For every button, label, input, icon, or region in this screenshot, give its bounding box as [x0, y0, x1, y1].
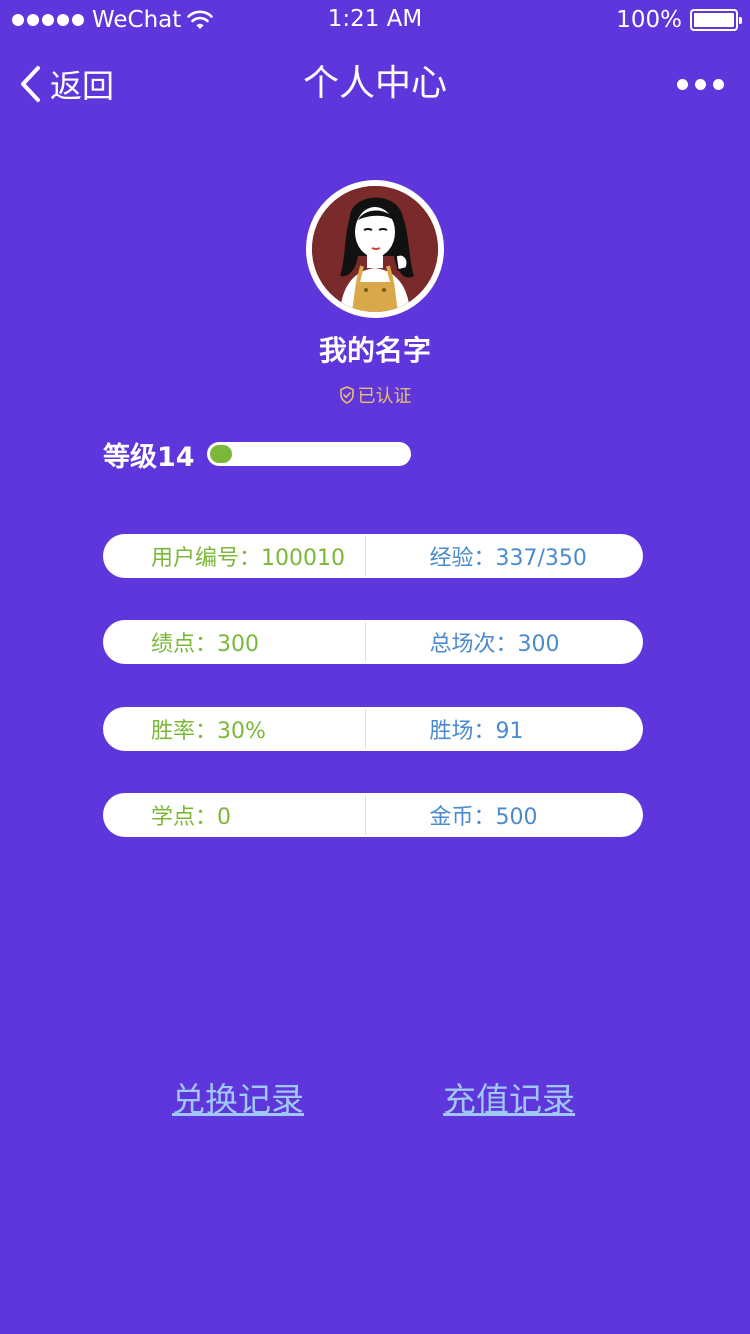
shield-check-icon	[339, 386, 354, 404]
stat-coins: 金币：500	[429, 805, 538, 830]
level-label: 等级14	[103, 441, 195, 473]
avatar[interactable]	[306, 180, 444, 318]
profile-screen: WeChat 1:21 AM 100% 返回 个人中心 我的名字 已认证 等级1…	[0, 0, 750, 1334]
level-row: 等级14	[103, 436, 411, 473]
battery-percent: 100%	[616, 7, 682, 33]
stat-card: 绩点：300 总场次：300	[103, 620, 643, 664]
stat-card: 用户编号：100010 经验：337/350	[103, 534, 643, 578]
verified-badge: 已认证	[0, 382, 750, 408]
nav-bar: 返回 个人中心	[0, 40, 750, 128]
stat-experience: 经验：337/350	[429, 546, 587, 571]
avatar-illustration	[312, 186, 438, 312]
stat-total-games: 总场次：300	[429, 632, 560, 657]
more-dots-icon[interactable]	[677, 72, 724, 96]
back-button[interactable]: 返回	[18, 62, 114, 106]
stat-wins: 胜场：91	[429, 719, 524, 744]
stat-card: 学点：0 金币：500	[103, 793, 643, 837]
stat-user-id: 用户编号：100010	[151, 546, 345, 571]
level-progress-fill	[209, 445, 232, 463]
user-name: 我的名字	[318, 334, 431, 367]
battery-icon	[690, 9, 742, 31]
stat-win-rate: 胜率：30%	[151, 719, 266, 744]
verified-label: 已认证	[357, 386, 412, 407]
stat-card: 胜率：30% 胜场：91	[103, 707, 643, 751]
back-label: 返回	[50, 67, 115, 105]
status-right: 100%	[616, 6, 742, 34]
exchange-record-link[interactable]: 兑换记录	[172, 1076, 304, 1124]
level-progress-bar	[206, 442, 411, 466]
stat-gpa: 绩点：300	[151, 632, 259, 657]
status-bar: WeChat 1:21 AM 100%	[0, 0, 750, 40]
recharge-record-link[interactable]: 充值记录	[443, 1076, 575, 1124]
chevron-left-icon	[21, 66, 40, 102]
stat-study-points: 学点：0	[151, 805, 231, 830]
